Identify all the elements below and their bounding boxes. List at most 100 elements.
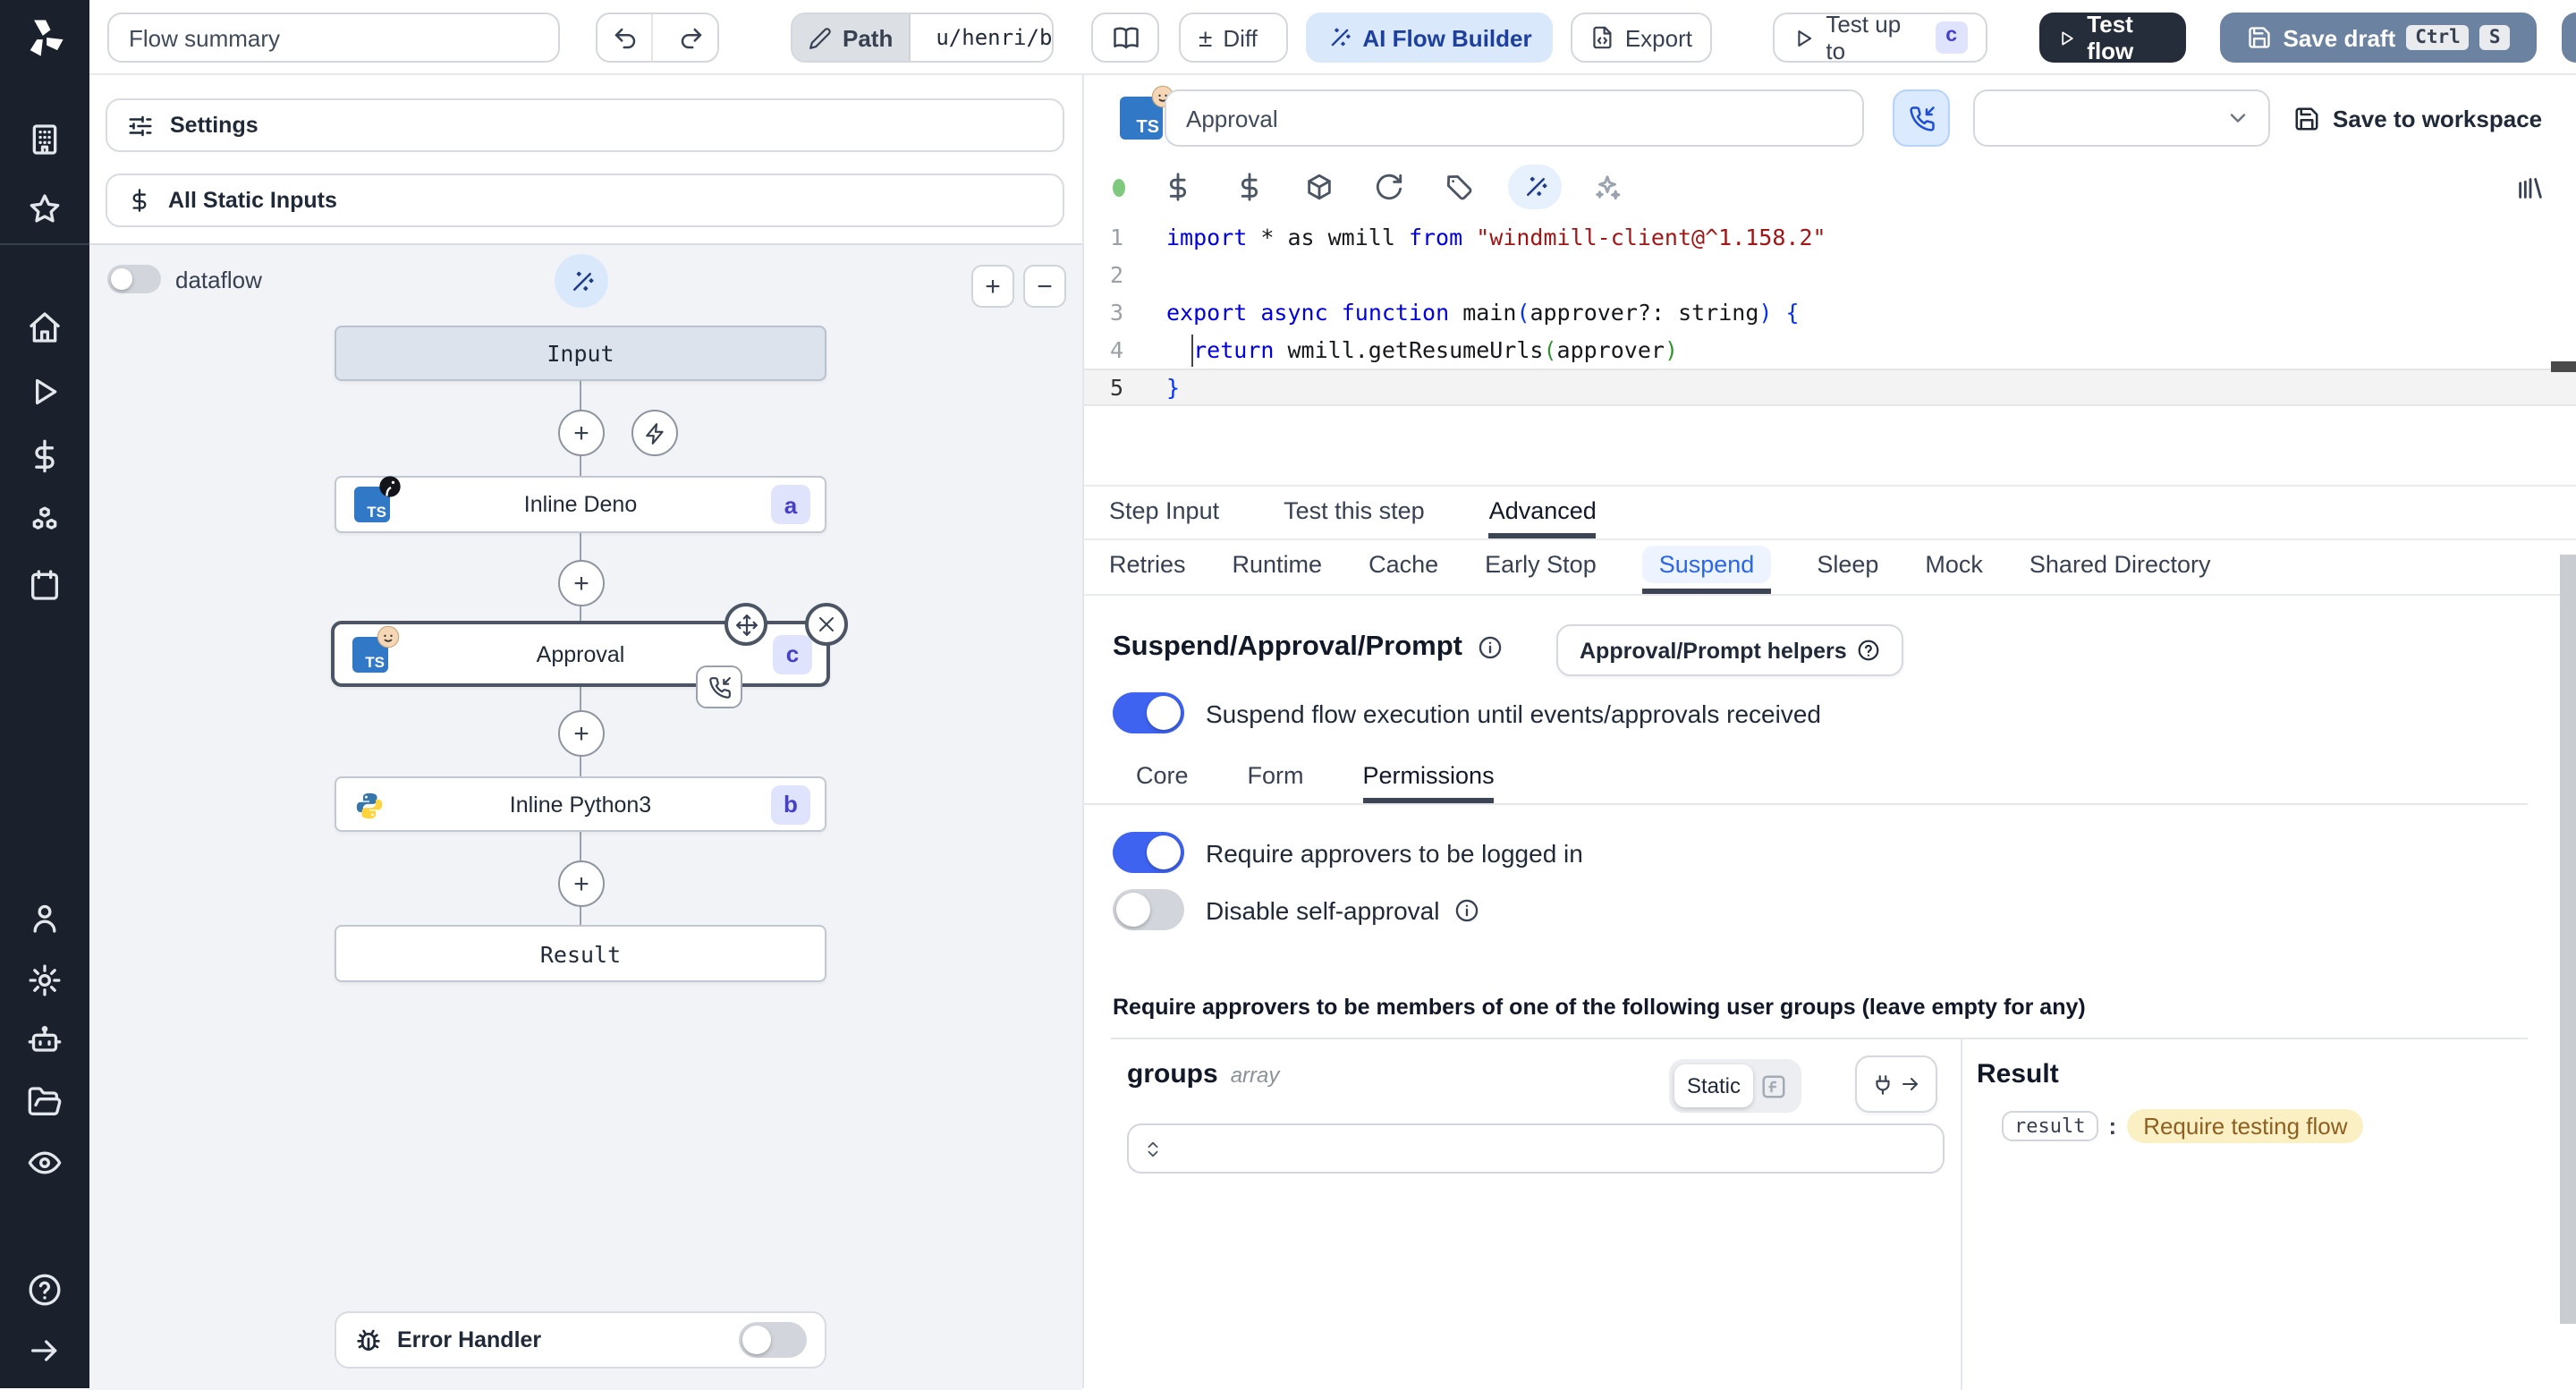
move-node-handle[interactable]	[724, 603, 767, 646]
windmill-logo-icon[interactable]	[21, 14, 68, 61]
reload-icon[interactable]	[1374, 172, 1404, 202]
diff-button[interactable]: ± Diff	[1179, 13, 1288, 63]
help-icon[interactable]	[27, 1272, 63, 1308]
add-step-button[interactable]: +	[558, 710, 605, 757]
workspace-building-icon[interactable]	[27, 122, 63, 157]
zoom-out-button[interactable]: −	[1023, 265, 1066, 308]
tab-form[interactable]: Form	[1248, 753, 1304, 803]
approval-phone-badge[interactable]	[696, 665, 742, 708]
tag-icon[interactable]	[1444, 172, 1474, 202]
file-export-icon	[1593, 26, 1612, 49]
subtab-mock[interactable]: Mock	[1925, 540, 1983, 594]
resources-dollar-icon[interactable]	[1234, 172, 1265, 202]
flow-node-inline-deno[interactable]: TS Inline Deno a	[335, 476, 826, 533]
subtab-runtime[interactable]: Runtime	[1233, 540, 1323, 594]
add-step-button[interactable]: +	[558, 860, 605, 907]
subtab-cache[interactable]: Cache	[1368, 540, 1438, 594]
suspend-heading-row: Suspend/Approval/Prompt	[1113, 631, 1502, 664]
redo-button[interactable]	[664, 14, 717, 61]
library-icon[interactable]	[2515, 172, 2546, 202]
flow-node-result[interactable]: Result	[335, 925, 826, 982]
require-logged-in-toggle[interactable]	[1113, 832, 1184, 873]
tab-core[interactable]: Core	[1136, 753, 1189, 803]
subtab-shared-directory[interactable]: Shared Directory	[2029, 540, 2211, 594]
add-step-button[interactable]: +	[558, 410, 605, 456]
collapse-arrow-icon[interactable]	[27, 1333, 63, 1369]
home-icon[interactable]	[27, 309, 63, 345]
variables-dollar-icon[interactable]	[27, 438, 63, 474]
runs-play-icon[interactable]	[27, 374, 63, 410]
tab-permissions[interactable]: Permissions	[1362, 753, 1495, 803]
docs-button[interactable]	[1091, 13, 1159, 63]
subtab-sleep[interactable]: Sleep	[1817, 540, 1878, 594]
subtab-retries[interactable]: Retries	[1109, 540, 1186, 594]
dataflow-toggle[interactable]	[107, 265, 161, 293]
test-up-to-button[interactable]: Test up to c	[1773, 11, 1987, 64]
suspend-flow-toggle[interactable]	[1113, 692, 1184, 733]
static-mode-button[interactable]: Static	[1674, 1064, 1753, 1107]
step-title-input[interactable]	[1165, 89, 1864, 147]
approval-phone-button[interactable]	[1893, 89, 1950, 147]
wand-icon	[572, 270, 593, 290]
ai-wand-button[interactable]	[555, 254, 608, 308]
script-version-select[interactable]	[1973, 89, 2270, 147]
path-button[interactable]: Path u/henri/bes	[791, 13, 1054, 63]
approval-prompt-helpers-button[interactable]: Approval/Prompt helpers	[1556, 624, 1904, 676]
error-handler-toggle[interactable]	[739, 1322, 807, 1358]
save-icon	[2249, 27, 2271, 48]
code-editor[interactable]: 1 import * as wmill from "windmill-client…	[1084, 218, 2576, 408]
settings-gear-icon[interactable]	[27, 962, 63, 998]
export-button[interactable]: Export	[1571, 13, 1712, 63]
flow-summary-input[interactable]	[107, 13, 560, 63]
sparkles-icon[interactable]	[1592, 172, 1623, 202]
python-icon	[356, 792, 383, 819]
undo-redo-group	[596, 13, 719, 63]
connect-input-button[interactable]	[1855, 1055, 1937, 1113]
flow-node-inline-python3[interactable]: Inline Python3 b	[335, 776, 826, 832]
tab-advanced[interactable]: Advanced	[1488, 487, 1597, 538]
overview-ruler-marker	[2551, 361, 2576, 372]
users-icon[interactable]	[27, 900, 63, 936]
folders-icon[interactable]	[27, 1084, 63, 1120]
disable-self-approval-toggle[interactable]	[1113, 889, 1184, 930]
package-icon[interactable]	[1304, 172, 1335, 202]
javascript-mode-icon[interactable]	[1760, 1072, 1787, 1099]
undo-button[interactable]	[597, 14, 653, 61]
info-icon[interactable]	[1453, 897, 1479, 922]
save-draft-button[interactable]: Save draft Ctrl S	[2220, 13, 2537, 63]
delete-node-button[interactable]	[805, 603, 848, 646]
logged-in-toggle-label: Require approvers to be logged in	[1206, 838, 1583, 867]
tab-step-input[interactable]: Step Input	[1109, 487, 1219, 538]
save-to-workspace-button[interactable]: Save to workspace	[2293, 98, 2542, 138]
ai-flow-builder-button[interactable]: AI Flow Builder	[1306, 13, 1553, 63]
favorites-star-icon[interactable]	[27, 191, 63, 227]
trigger-bolt-button[interactable]	[631, 410, 678, 456]
add-step-button[interactable]: +	[558, 560, 605, 606]
result-key-pill[interactable]: result	[2002, 1111, 2098, 1141]
subtab-early-stop[interactable]: Early Stop	[1485, 540, 1597, 594]
schedules-calendar-icon[interactable]	[27, 567, 63, 603]
resources-cubes-icon[interactable]	[27, 503, 63, 538]
audit-eye-icon[interactable]	[27, 1145, 63, 1181]
variables-dollar-icon[interactable]	[1163, 172, 1193, 202]
suspend-toggle-row: Suspend flow execution until events/appr…	[1113, 692, 1821, 733]
all-static-inputs-button[interactable]: All Static Inputs	[106, 174, 1064, 227]
deploy-button-partial[interactable]	[2562, 13, 2576, 63]
subtab-suspend[interactable]: Suspend	[1642, 540, 1771, 594]
tab-test-this-step[interactable]: Test this step	[1284, 487, 1425, 538]
flow-node-input[interactable]: Input	[335, 326, 826, 381]
result-node-label: Result	[539, 940, 622, 967]
zoom-in-button[interactable]: +	[971, 265, 1014, 308]
deno-icon	[379, 476, 401, 497]
groups-field-name: groups	[1127, 1059, 1218, 1089]
info-icon[interactable]	[1477, 635, 1502, 660]
workers-robot-icon[interactable]	[27, 1023, 63, 1059]
vertical-scrollbar[interactable]	[2560, 555, 2576, 1324]
flow-settings-button[interactable]: Settings	[106, 98, 1064, 152]
groups-array-input[interactable]	[1127, 1123, 1945, 1174]
test-flow-button[interactable]: Test flow	[2039, 11, 2186, 64]
ai-assistant-wand-button[interactable]	[1508, 165, 1562, 209]
path-edit-segment[interactable]: Path	[792, 14, 911, 61]
error-handler-card[interactable]: Error Handler	[335, 1311, 826, 1369]
chevrons-up-down-icon	[1148, 1140, 1158, 1157]
